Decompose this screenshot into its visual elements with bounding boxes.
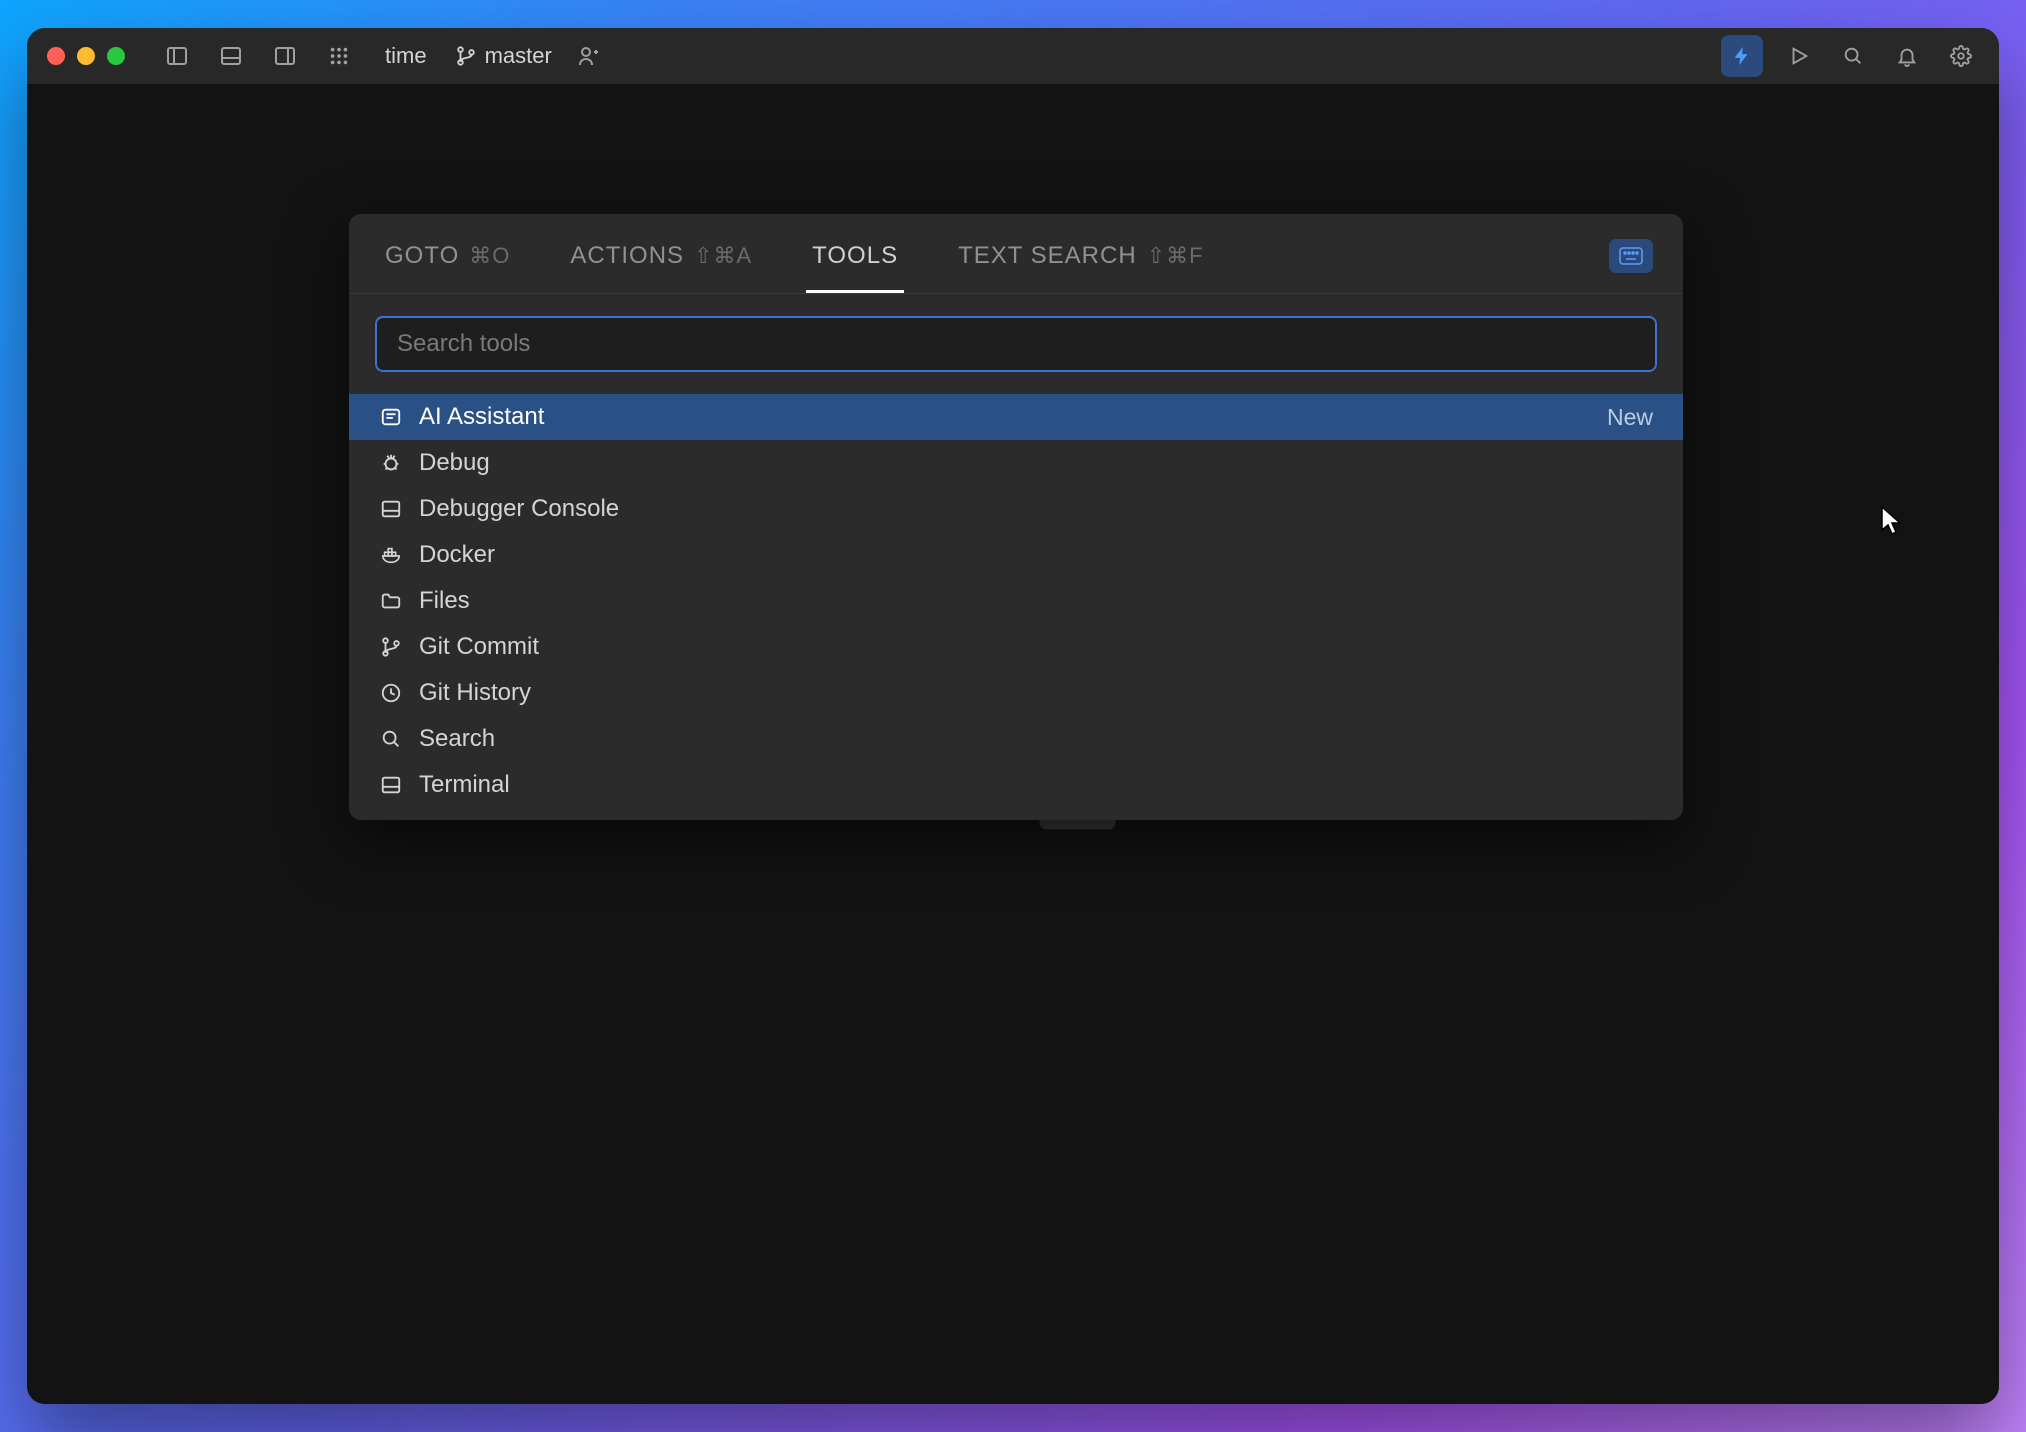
left-panel-toggle[interactable] xyxy=(159,38,195,74)
app-window: time master xyxy=(27,28,1999,1404)
search-icon xyxy=(379,727,403,751)
traffic-lights xyxy=(47,47,125,65)
search-icon[interactable] xyxy=(1835,38,1871,74)
result-label: Git History xyxy=(419,679,531,707)
docker-icon xyxy=(379,543,403,567)
result-terminal[interactable]: Terminal xyxy=(349,762,1683,808)
folder-icon xyxy=(379,589,403,613)
result-label: Debug xyxy=(419,449,490,477)
branch-icon xyxy=(455,45,477,67)
editor-area: New File ⌘N GOTO ⌘O ACTIONS ⇧⌘A TOOLS TE… xyxy=(27,84,1999,1404)
invite-user-icon[interactable] xyxy=(570,38,606,74)
tab-label: TEXT SEARCH xyxy=(958,242,1137,270)
ai-bolt-button[interactable] xyxy=(1721,35,1763,77)
result-badge: New xyxy=(1607,404,1653,431)
result-ai-assistant[interactable]: AI Assistant New xyxy=(349,394,1683,440)
notifications-icon[interactable] xyxy=(1889,38,1925,74)
bug-icon xyxy=(379,451,403,475)
result-docker[interactable]: Docker xyxy=(349,532,1683,578)
result-label: Files xyxy=(419,587,470,615)
tab-label: TOOLS xyxy=(812,242,898,270)
result-label: AI Assistant xyxy=(419,403,544,431)
tab-shortcut: ⇧⌘F xyxy=(1147,243,1204,269)
branch-name: master xyxy=(485,43,552,69)
project-name[interactable]: time xyxy=(375,39,437,73)
git-icon xyxy=(379,635,403,659)
result-debug[interactable]: Debug xyxy=(349,440,1683,486)
git-branch-selector[interactable]: master xyxy=(455,43,552,69)
result-git-history[interactable]: Git History xyxy=(349,670,1683,716)
result-files[interactable]: Files xyxy=(349,578,1683,624)
search-tools-input[interactable] xyxy=(375,316,1657,372)
apps-grid-icon[interactable] xyxy=(321,38,357,74)
titlebar: time master xyxy=(27,28,1999,84)
tab-label: GOTO xyxy=(385,242,459,270)
settings-icon[interactable] xyxy=(1943,38,1979,74)
run-button[interactable] xyxy=(1781,38,1817,74)
panel-icon xyxy=(379,773,403,797)
result-label: Debugger Console xyxy=(419,495,619,523)
right-panel-toggle[interactable] xyxy=(267,38,303,74)
tab-text-search[interactable]: TEXT SEARCH ⇧⌘F xyxy=(952,232,1209,293)
tab-actions[interactable]: ACTIONS ⇧⌘A xyxy=(564,232,758,293)
maximize-window[interactable] xyxy=(107,47,125,65)
result-label: Terminal xyxy=(419,771,510,799)
close-window[interactable] xyxy=(47,47,65,65)
result-search[interactable]: Search xyxy=(349,716,1683,762)
result-label: Search xyxy=(419,725,495,753)
tab-goto[interactable]: GOTO ⌘O xyxy=(379,232,516,293)
clock-icon xyxy=(379,681,403,705)
palette-tabs: GOTO ⌘O ACTIONS ⇧⌘A TOOLS TEXT SEARCH ⇧⌘… xyxy=(349,214,1683,294)
tab-shortcut: ⌘O xyxy=(469,243,510,269)
keyboard-toggle[interactable] xyxy=(1609,239,1653,273)
tab-shortcut: ⇧⌘A xyxy=(694,243,752,269)
tab-tools[interactable]: TOOLS xyxy=(806,232,904,293)
results-list: AI Assistant New Debug Debugger Console xyxy=(349,394,1683,820)
result-git-commit[interactable]: Git Commit xyxy=(349,624,1683,670)
mouse-cursor xyxy=(1881,506,1903,536)
command-palette: GOTO ⌘O ACTIONS ⇧⌘A TOOLS TEXT SEARCH ⇧⌘… xyxy=(349,214,1683,820)
bottom-panel-toggle[interactable] xyxy=(213,38,249,74)
result-label: Docker xyxy=(419,541,495,569)
minimize-window[interactable] xyxy=(77,47,95,65)
result-label: Git Commit xyxy=(419,633,539,661)
assistant-icon xyxy=(379,405,403,429)
result-debugger-console[interactable]: Debugger Console xyxy=(349,486,1683,532)
panel-icon xyxy=(379,497,403,521)
tab-label: ACTIONS xyxy=(570,242,684,270)
